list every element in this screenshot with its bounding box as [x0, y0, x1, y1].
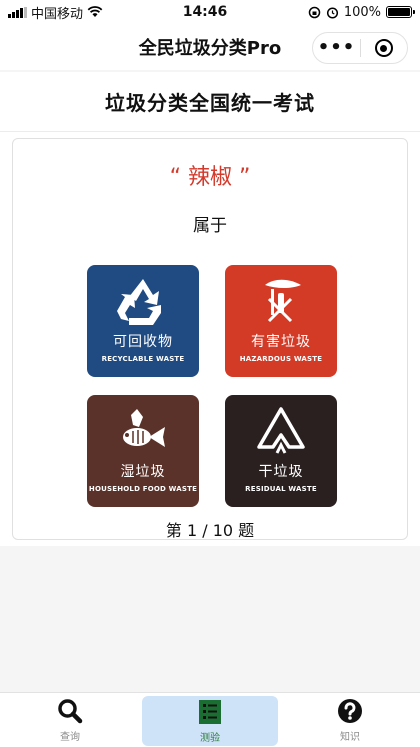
- quiz-card: “ 辣椒 ” 属于 可回收物 RECYCLABLE WASTE 有害垃圾 HAZ…: [12, 138, 408, 540]
- battery-icon: [386, 6, 415, 18]
- battery-percent: 100%: [343, 4, 381, 20]
- mini-program-capsule: •••: [312, 32, 408, 64]
- hazardous-label-en: HAZARDOUS WASTE: [239, 355, 323, 363]
- residual-triangle-icon: [257, 407, 305, 454]
- question-progress: 第 1 / 10 题: [165, 521, 255, 540]
- question-prompt: 属于: [193, 216, 227, 236]
- recycle-icon: [117, 279, 161, 325]
- target-icon: [374, 39, 393, 57]
- app-title: 全民垃圾分类Pro: [138, 38, 282, 59]
- tab-knowledge-label: 知识: [340, 731, 360, 743]
- alarm-icon: [326, 6, 338, 19]
- status-right: 100%: [262, 4, 415, 20]
- household-label-en: HOUSEHOLD FOOD WASTE: [88, 485, 198, 493]
- recyclable-waste-option[interactable]: 可回收物 RECYCLABLE WASTE: [87, 265, 199, 377]
- status-bar: 中国移动 14:46 100%: [0, 0, 420, 24]
- tab-knowledge[interactable]: 知识: [280, 693, 420, 747]
- fish-bone-icon: [123, 409, 165, 447]
- more-button[interactable]: •••: [313, 33, 360, 63]
- residual-waste-option[interactable]: 干垃圾 RESIDUAL WASTE: [225, 395, 337, 507]
- question-word: “ 辣椒 ”: [169, 165, 251, 190]
- recyclable-label-en: RECYCLABLE WASTE: [101, 355, 185, 363]
- close-button[interactable]: [361, 39, 407, 57]
- signal-icon: [8, 6, 27, 18]
- nav-bar: 全民垃圾分类Pro •••: [0, 24, 420, 70]
- residual-label: 干垃圾: [258, 464, 304, 480]
- household-food-waste-option[interactable]: 湿垃圾 HOUSEHOLD FOOD WASTE: [87, 395, 199, 507]
- page-header: 垃圾分类全国统一考试: [0, 72, 420, 132]
- carrier-name: 中国移动: [31, 6, 84, 22]
- status-time: 14:46: [182, 4, 228, 20]
- tab-quiz-label: 测验: [200, 732, 220, 744]
- hazardous-battery-icon: [265, 279, 301, 323]
- tab-search[interactable]: 查询: [0, 693, 140, 747]
- status-left: 中国移动: [8, 3, 158, 22]
- wifi-icon: [87, 6, 103, 17]
- checklist-icon: [199, 699, 221, 724]
- tab-search-label: 查询: [60, 731, 80, 743]
- page-title: 垃圾分类全国统一考试: [105, 91, 315, 115]
- household-label: 湿垃圾: [120, 464, 166, 480]
- search-icon: [58, 698, 83, 723]
- lock-rotation-icon: [308, 6, 321, 18]
- tab-bar: 查询 测验 知识: [0, 692, 420, 747]
- card-area: “ 辣椒 ” 属于 可回收物 RECYCLABLE WASTE 有害垃圾 HAZ…: [0, 132, 420, 546]
- recyclable-label: 可回收物: [113, 334, 173, 350]
- hazardous-waste-option[interactable]: 有害垃圾 HAZARDOUS WASTE: [225, 265, 337, 377]
- residual-label-en: RESIDUAL WASTE: [245, 485, 317, 493]
- hazardous-label: 有害垃圾: [251, 334, 311, 350]
- screen: 中国移动 14:46 100% 全民垃圾分类Pro ••• 垃圾分类全国统一考试…: [0, 0, 420, 747]
- tab-quiz[interactable]: 测验: [142, 696, 278, 746]
- question-icon: [338, 698, 362, 723]
